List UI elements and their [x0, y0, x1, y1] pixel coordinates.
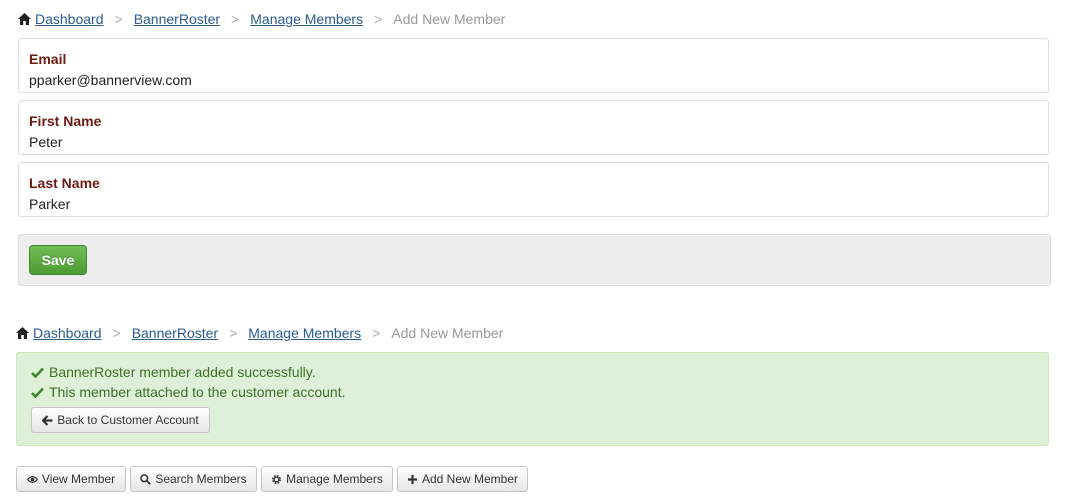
last-name-field[interactable]: Last Name Parker — [18, 162, 1049, 217]
check-icon — [31, 387, 44, 398]
home-icon — [16, 327, 29, 339]
manage-members-label: Manage Members — [286, 472, 383, 486]
email-field[interactable]: Email pparker@bannerview.com — [18, 38, 1049, 93]
manage-members-button[interactable]: Manage Members — [261, 466, 393, 492]
breadcrumb-dashboard-link[interactable]: Dashboard — [33, 325, 102, 341]
breadcrumb-separator: > — [374, 11, 383, 27]
breadcrumb-dashboard-link[interactable]: Dashboard — [35, 11, 104, 27]
add-new-member-label: Add New Member — [421, 472, 519, 486]
form-action-bar: Save — [18, 234, 1051, 286]
breadcrumb-bannerroster-link[interactable]: BannerRoster — [132, 325, 218, 341]
success-message: BannerRoster member added successfully. — [31, 364, 316, 380]
breadcrumb-manage-members-link[interactable]: Manage Members — [250, 11, 363, 27]
breadcrumb-separator: > — [114, 11, 123, 27]
breadcrumb: Dashboard > BannerRoster > Manage Member… — [16, 323, 503, 343]
first-name-value[interactable]: Peter — [29, 134, 62, 150]
view-member-button[interactable]: View Member — [16, 466, 126, 492]
back-to-customer-account-button[interactable]: Back to Customer Account — [31, 407, 210, 433]
check-icon — [31, 367, 44, 378]
success-message-text: BannerRoster member added successfully. — [49, 364, 316, 380]
view-member-label: View Member — [41, 472, 116, 486]
eye-icon — [26, 475, 38, 483]
breadcrumb-separator: > — [372, 325, 381, 341]
home-icon — [18, 13, 31, 25]
first-name-field[interactable]: First Name Peter — [18, 100, 1049, 155]
breadcrumb-manage-members-link[interactable]: Manage Members — [248, 325, 361, 341]
breadcrumb: Dashboard > BannerRoster > Manage Member… — [18, 9, 505, 29]
success-message: This member attached to the customer acc… — [31, 384, 345, 400]
last-name-label: Last Name — [29, 175, 100, 191]
email-value[interactable]: pparker@bannerview.com — [29, 72, 192, 88]
last-name-value[interactable]: Parker — [29, 196, 70, 212]
first-name-label: First Name — [29, 113, 102, 129]
back-button-label: Back to Customer Account — [57, 413, 199, 427]
success-message-text: This member attached to the customer acc… — [49, 384, 346, 400]
email-label: Email — [29, 51, 67, 67]
breadcrumb-current: Add New Member — [393, 11, 506, 27]
breadcrumb-bannerroster-link[interactable]: BannerRoster — [134, 11, 220, 27]
save-button[interactable]: Save — [29, 245, 87, 275]
breadcrumb-current: Add New Member — [391, 325, 504, 341]
add-new-member-button[interactable]: Add New Member — [397, 466, 528, 492]
plus-icon — [407, 474, 417, 484]
search-members-label: Search Members — [155, 472, 247, 486]
breadcrumb-separator: > — [229, 325, 238, 341]
breadcrumb-separator: > — [112, 325, 121, 341]
search-icon — [140, 473, 152, 485]
search-members-button[interactable]: Search Members — [130, 466, 257, 492]
success-alert: BannerRoster member added successfully. … — [16, 352, 1049, 446]
breadcrumb-separator: > — [231, 11, 240, 27]
gear-icon — [272, 474, 282, 484]
arrow-left-icon — [42, 414, 53, 426]
